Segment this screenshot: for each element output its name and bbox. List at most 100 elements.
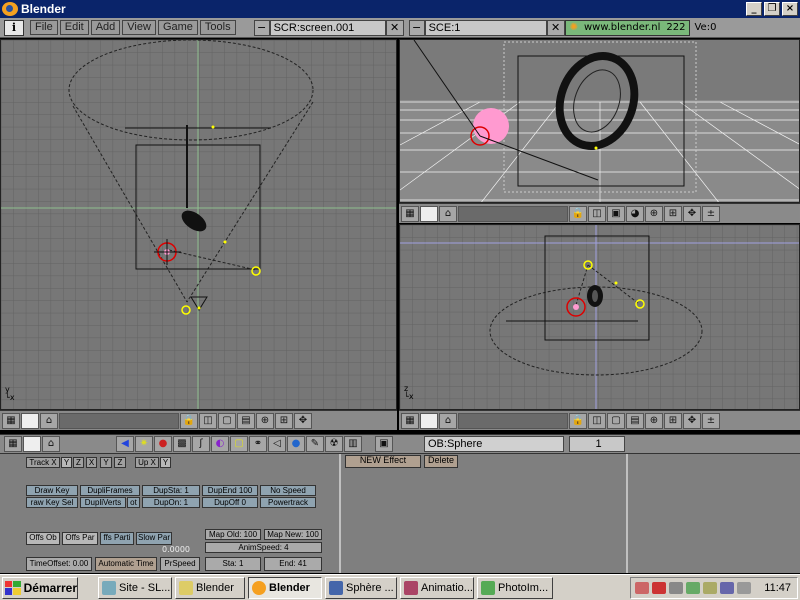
tray-icon[interactable] — [652, 582, 666, 594]
texture-buttons-icon[interactable]: ▩ — [173, 436, 191, 452]
start-button[interactable]: Démarrer — [2, 576, 78, 599]
tray-icon[interactable] — [720, 582, 734, 594]
layer-buttons[interactable] — [458, 205, 568, 222]
task-blender-1[interactable]: Blender — [175, 576, 245, 599]
dupli-verts-button[interactable]: DupliVerts — [80, 497, 126, 508]
draw-key-sel-button[interactable]: raw Key Sel — [26, 497, 78, 508]
display-buttons-icon[interactable]: ▣ — [375, 436, 393, 452]
time-offset-field[interactable]: TimeOffset: 0.00 — [26, 557, 92, 571]
more-icon[interactable]: ± — [702, 412, 720, 429]
menu-tools[interactable]: Tools — [199, 20, 236, 35]
minimize-button[interactable]: _ — [746, 2, 762, 16]
sound-buttons-icon[interactable]: ◁ — [268, 436, 286, 452]
automatic-time-button[interactable]: Automatic Time — [95, 557, 157, 571]
view-icon[interactable]: ◫ — [588, 412, 606, 429]
offs-ob-button[interactable]: Offs Ob — [26, 532, 60, 545]
grid-icon[interactable]: ⊞ — [275, 412, 293, 429]
lock-icon[interactable]: 🔒 — [569, 205, 587, 222]
end-field[interactable]: End: 41 — [264, 557, 322, 571]
radiosity-buttons-icon[interactable]: ☢ — [325, 436, 343, 452]
world-buttons-icon[interactable]: ◐ — [211, 436, 229, 452]
task-site[interactable]: Site - SL... — [98, 576, 172, 599]
up-x-button[interactable]: Up X — [135, 457, 159, 468]
home-icon[interactable]: ⌂ — [42, 436, 60, 452]
home-icon[interactable]: ⌂ — [40, 412, 58, 429]
zoom-icon[interactable]: ⊕ — [645, 412, 663, 429]
track-y-button[interactable]: Y — [61, 457, 72, 468]
translate-icon[interactable]: ✥ — [294, 412, 312, 429]
script-buttons-icon[interactable]: ▥ — [344, 436, 362, 452]
zoom-icon[interactable]: ⊕ — [256, 412, 274, 429]
edit-buttons-icon[interactable]: ▢ — [230, 436, 248, 452]
lamp-buttons-icon[interactable]: ✷ — [135, 436, 153, 452]
grid-icon[interactable]: ⊞ — [664, 412, 682, 429]
pr-speed-field[interactable]: PrSpeed — [160, 557, 200, 571]
task-photoim[interactable]: PhotoIm... — [477, 576, 553, 599]
track-x-button[interactable]: Track X — [26, 457, 60, 468]
dup-off-field[interactable]: DupOff 0 — [202, 497, 258, 508]
dup-sta-field[interactable]: DupSta: 1 — [142, 485, 200, 496]
draw-mode-icon[interactable]: ▤ — [626, 412, 644, 429]
view-icon[interactable]: ◫ — [588, 205, 606, 222]
full-window-icon[interactable] — [420, 412, 438, 429]
scene-name-field[interactable]: SCE:1 — [424, 19, 547, 36]
dupli-frames-button[interactable]: DupliFrames — [80, 485, 140, 496]
track-neg-z-button[interactable]: Z — [114, 457, 126, 468]
restore-button[interactable]: ❐ — [764, 2, 780, 16]
draw-mode-icon[interactable]: ◕ — [626, 205, 644, 222]
window-type-icon[interactable]: ▦ — [401, 205, 419, 222]
window-type-icon[interactable]: ▦ — [2, 412, 20, 429]
offs-parti-button[interactable]: ffs Parti — [100, 532, 134, 545]
sta-field[interactable]: Sta: 1 — [205, 557, 261, 571]
offs-par-button[interactable]: Offs Par — [62, 532, 98, 545]
cube-view-icon[interactable]: ▢ — [607, 412, 625, 429]
screen-browse-button[interactable]: − — [253, 19, 270, 36]
menu-view[interactable]: View — [122, 20, 156, 35]
map-new-field[interactable]: Map New: 100 — [264, 529, 322, 540]
scene-delete-icon[interactable]: ✕ — [546, 19, 565, 36]
delete-effect-button[interactable]: Delete — [424, 455, 458, 468]
track-neg-y-button[interactable]: Y — [100, 457, 112, 468]
material-buttons-icon[interactable]: ● — [154, 436, 172, 452]
animation-buttons-icon[interactable]: ʃ — [192, 436, 210, 452]
full-window-icon[interactable] — [21, 412, 39, 429]
cube-view-icon[interactable]: ▢ — [218, 412, 236, 429]
current-frame-field[interactable]: 1 — [569, 436, 625, 452]
view-buttons-icon[interactable]: ◀ — [116, 436, 134, 452]
local-view-icon[interactable]: ▣ — [607, 205, 625, 222]
tray-icon[interactable] — [686, 582, 700, 594]
lock-icon[interactable]: 🔒 — [180, 412, 198, 429]
full-window-icon[interactable] — [23, 436, 41, 452]
full-window-icon[interactable] — [420, 205, 438, 222]
menu-game[interactable]: Game — [157, 20, 198, 35]
tray-icon[interactable] — [669, 582, 683, 594]
window-type-icon[interactable]: ▦ — [4, 436, 22, 452]
layer-buttons[interactable] — [59, 412, 179, 429]
volume-icon[interactable] — [737, 582, 751, 594]
menu-file[interactable]: File — [30, 20, 58, 35]
screen-name-field[interactable]: SCR:screen.001 — [269, 19, 386, 36]
new-effect-button[interactable]: NEW Effect — [345, 455, 421, 468]
viewport-bottom-right[interactable]: z └x — [399, 224, 800, 410]
world-globe-icon[interactable]: ● — [287, 436, 305, 452]
constraint-buttons-icon[interactable]: ⚭ — [249, 436, 267, 452]
zoom-icon[interactable]: ⊕ — [645, 205, 663, 222]
screen-delete-icon[interactable]: ✕ — [385, 19, 404, 36]
window-type-icon[interactable]: ▦ — [401, 412, 419, 429]
close-button[interactable]: × — [782, 2, 798, 16]
draw-key-button[interactable]: Draw Key — [26, 485, 78, 496]
home-icon[interactable]: ⌂ — [439, 205, 457, 222]
paint-buttons-icon[interactable]: ✎ — [306, 436, 324, 452]
layer-buttons[interactable] — [458, 412, 568, 429]
dup-end-field[interactable]: DupEnd 100 — [202, 485, 258, 496]
slow-par-button[interactable]: Slow Par — [136, 532, 172, 545]
task-sphere[interactable]: Sphère ... — [325, 576, 397, 599]
home-icon[interactable]: ⌂ — [439, 412, 457, 429]
map-old-field[interactable]: Map Old: 100 — [205, 529, 261, 540]
task-blender-2[interactable]: Blender — [248, 576, 322, 599]
rot-button[interactable]: ot — [127, 497, 140, 508]
dup-on-field[interactable]: DupOn: 1 — [142, 497, 200, 508]
view-icon[interactable]: ◫ — [199, 412, 217, 429]
anim-speed-field[interactable]: AnimSpeed: 4 — [205, 542, 322, 553]
task-animation[interactable]: Animatio... — [400, 576, 474, 599]
